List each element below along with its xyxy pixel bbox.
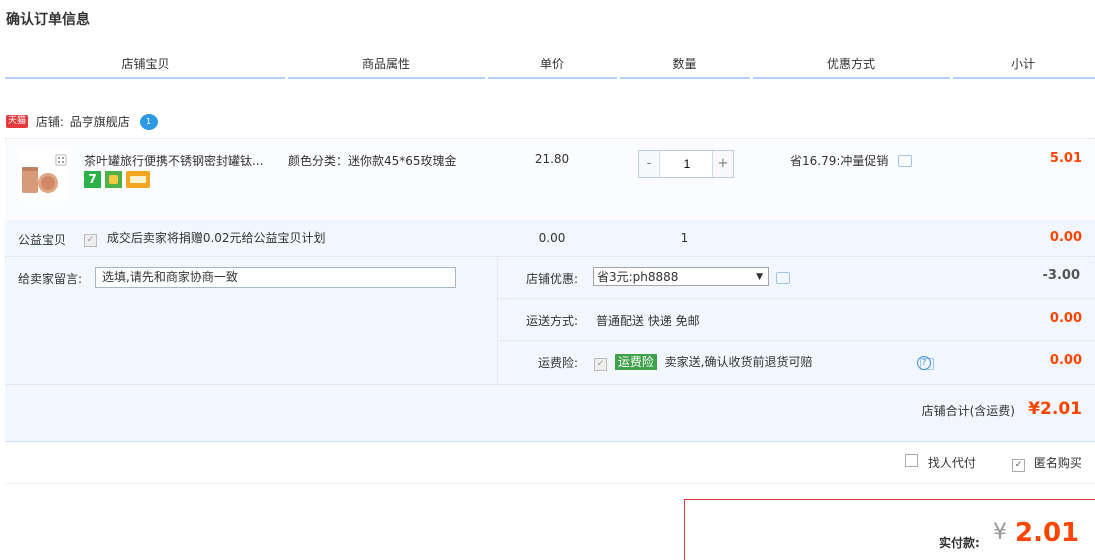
shop-discount-amount: -3.00 [1042,268,1080,283]
shop-discount-label: 店铺优惠: [525,272,578,286]
shipping-label: 运送方式: [525,314,578,328]
charity-unit-price: 0.00 [538,231,566,245]
col-header-quantity: 数量 [672,57,697,71]
golden-service-icon [104,171,122,188]
payment-currency: ¥ [993,520,1007,545]
item-subtotal: 5.01 [1049,151,1082,166]
shop-label: 店铺: [35,115,64,129]
header-separator [950,77,953,79]
header-underline [5,77,1095,79]
shop-name-link[interactable]: 品亨旗舰店 [70,115,130,129]
charity-subtotal: 0.00 [1049,230,1082,245]
charity-checkbox: ✓ [84,234,97,247]
quantity-input[interactable] [661,153,713,175]
shop-total-label: 店铺合计(含运费) [921,404,1015,418]
tea-can-image [22,154,67,193]
header-separator [285,77,288,79]
proxy-pay-option: 找人代付 [905,454,976,471]
payment-amount: 2.01 [1015,518,1080,548]
page-title: 确认订单信息 [6,12,90,28]
item-attribute: 颜色分类：迷你款45*65玫瑰金 [288,154,457,168]
charity-label: 公益宝贝 [18,233,67,247]
insurance-amount: 0.00 [1049,353,1082,368]
seven-day-return-icon: 7 [84,171,101,188]
payment-label: 实付款: [939,536,980,550]
options-separator [5,483,1095,484]
insurance-tag: 运费险 [614,354,657,370]
payment-box: 实付款: ¥ 2.01 [684,499,1095,560]
item-title-link[interactable]: 茶叶罐旅行便携不锈钢密封罐钛... [84,152,284,169]
col-header-shop-item: 店铺宝贝 [121,57,170,71]
product-thumbnail[interactable] [18,149,68,201]
shop-discount-selected: 省3元:ph8888 [597,270,679,284]
promo-text: 省16.79:冲量促销 [790,154,889,168]
quantity-increase-button[interactable]: + [712,151,733,177]
help-question-icon[interactable]: ? [917,356,931,370]
anonymous-option: ✓ 匿名购买 [1012,454,1082,472]
card-payment-icon [125,171,150,188]
insurance-label: 运费险: [537,356,578,370]
dropdown-arrow-icon: ▼ [756,272,763,282]
col-header-unit-price: 单价 [539,57,564,71]
charity-checkbox-wrap: ✓ 成交后卖家将捐赠0.02元给公益宝贝计划 [84,229,326,247]
insurance-checkbox: ✓ [594,358,607,371]
col-header-discount: 优惠方式 [826,57,875,71]
tmall-icon: 天猫 [6,115,29,128]
header-separator [750,77,753,79]
anonymous-checkbox[interactable]: ✓ [1012,459,1025,472]
shipping-method: 普通配送 快递 免邮 [596,314,700,328]
item-unit-price: 21.80 [534,152,570,166]
col-header-attributes: 商品属性 [361,57,410,71]
seller-message-input[interactable] [95,267,456,288]
col-header-subtotal: 小计 [1010,57,1035,71]
insurance-text: 卖家送,确认收货前退货可赔 [664,355,813,369]
row-divider [498,340,1095,341]
wangwang-chat-icon[interactable]: 1 [139,113,158,130]
charity-quantity: 1 [680,231,689,245]
quantity-decrease-button[interactable]: - [639,151,660,177]
proxy-pay-checkbox[interactable] [905,454,918,467]
item-row [5,138,1095,221]
promo-comment-icon[interactable] [898,155,913,167]
service-badges: 7 [84,171,150,188]
shipping-amount: 0.00 [1049,311,1082,326]
charity-text: 成交后卖家将捐赠0.02元给公益宝贝计划 [106,231,326,245]
item-promo: 省16.79:冲量促销 [790,152,913,169]
discount-comment-icon[interactable] [776,272,790,284]
shop-discount-select[interactable]: 省3元:ph8888 ▼ [593,267,769,286]
header-separator [485,77,488,79]
quantity-stepper: - + [638,150,734,178]
proxy-pay-label: 找人代付 [927,456,976,470]
header-separator [617,77,620,79]
shop-row: 天猫 店铺: 品亨旗舰店 1 [6,113,158,131]
row-divider [498,298,1095,299]
insurance-row: ✓ 运费险 卖家送,确认收货前退货可赔 [594,353,813,371]
anonymous-label: 匿名购买 [1033,456,1082,470]
shop-total-value: ¥2.01 [1028,399,1082,419]
message-label: 给卖家留言: [18,272,83,286]
